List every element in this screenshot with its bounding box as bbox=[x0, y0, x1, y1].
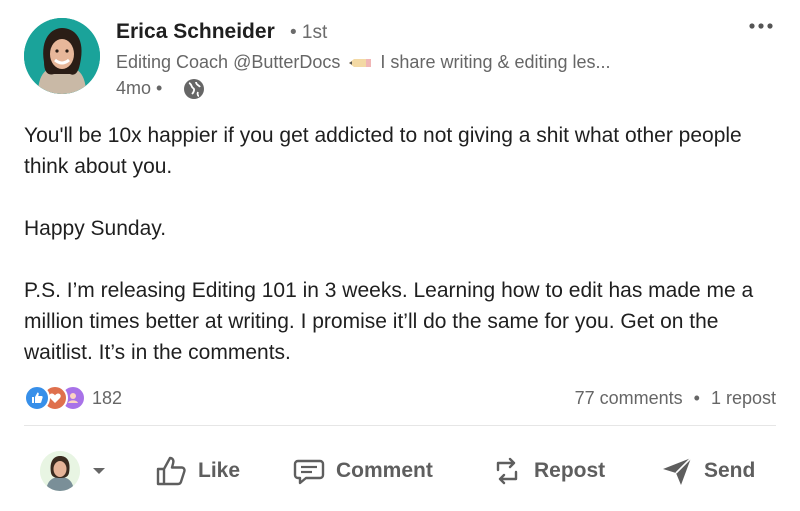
send-button[interactable]: Send bbox=[660, 446, 755, 496]
paper-plane-icon bbox=[663, 457, 692, 485]
reposts-count-link[interactable]: 1 repost bbox=[711, 388, 776, 408]
pencil-emoji-icon bbox=[349, 59, 372, 68]
divider bbox=[24, 425, 776, 426]
separator-dot: • bbox=[693, 388, 700, 408]
reactions-summary[interactable]: 182 bbox=[24, 385, 123, 411]
headline-text: Editing Coach @ButterDocs bbox=[116, 52, 341, 72]
reaction-count: 182 bbox=[92, 387, 123, 408]
author-avatar[interactable] bbox=[24, 18, 100, 94]
post-paragraph: Happy Sunday. bbox=[24, 217, 167, 240]
post-action-bar: Like Comment Repost Send bbox=[24, 446, 776, 496]
like-label: Like bbox=[198, 459, 241, 482]
post-text: You'll be 10x happier if you get addicte… bbox=[24, 120, 784, 368]
person-photo-icon bbox=[40, 451, 80, 491]
thumbs-up-icon bbox=[156, 456, 186, 486]
connection-degree: • 1st bbox=[290, 22, 328, 43]
headline-text-tail: I share writing & editing les... bbox=[380, 52, 611, 72]
post-timestamp: 4mo • bbox=[116, 78, 163, 98]
person-photo-icon bbox=[24, 18, 100, 94]
post-paragraph: P.S. I’m releasing Editing 101 in 3 week… bbox=[24, 279, 754, 364]
current-user-avatar bbox=[40, 451, 80, 491]
like-button[interactable]: Like bbox=[154, 446, 240, 496]
globe-icon bbox=[184, 79, 204, 99]
comment-bubble-icon bbox=[293, 459, 325, 485]
repost-arrows-icon bbox=[496, 457, 518, 485]
engagement-counts: 77 comments • 1 repost bbox=[575, 388, 776, 409]
comment-label: Comment bbox=[336, 459, 433, 482]
comments-count-link[interactable]: 77 comments bbox=[575, 388, 683, 408]
repost-label: Repost bbox=[534, 459, 606, 482]
repost-button[interactable]: Repost bbox=[490, 446, 605, 496]
caret-down-icon bbox=[93, 468, 105, 474]
like-icon bbox=[24, 385, 50, 411]
post-paragraph: You'll be 10x happier if you get addicte… bbox=[24, 124, 742, 178]
feed-post: Erica Schneider • 1st Editing Coach @But… bbox=[0, 0, 800, 511]
author-name[interactable]: Erica Schneider bbox=[116, 20, 275, 44]
ellipsis-icon bbox=[749, 23, 773, 29]
author-headline: Editing Coach @ButterDocs I share writin… bbox=[116, 52, 611, 73]
more-options-button[interactable] bbox=[745, 14, 779, 38]
actor-switcher[interactable] bbox=[40, 446, 116, 496]
send-label: Send bbox=[704, 459, 756, 482]
comment-button[interactable]: Comment bbox=[292, 446, 433, 496]
